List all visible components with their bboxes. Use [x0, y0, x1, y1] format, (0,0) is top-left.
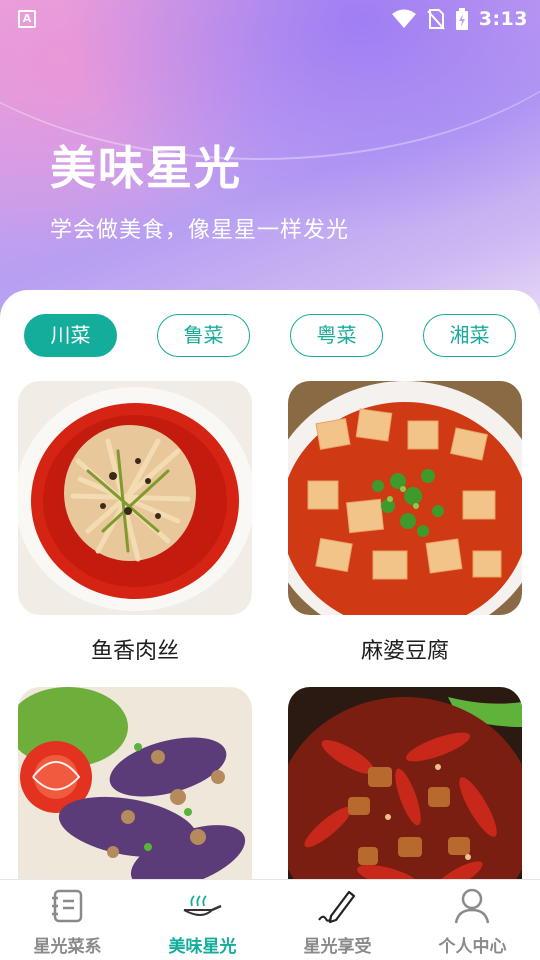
nav-item-profile[interactable]: 个人中心 — [405, 880, 540, 960]
content-panel: 川菜 鲁菜 粤菜 湘菜 鱼香肉丝 麻婆豆腐 — [0, 290, 540, 921]
nav-label: 美味星光 — [168, 937, 237, 957]
cuisine-tabs: 川菜 鲁菜 粤菜 湘菜 — [24, 314, 516, 358]
nav-label: 个人中心 — [438, 937, 507, 957]
battery-charging-icon — [455, 8, 468, 30]
nav-item-cuisines[interactable]: 星光菜系 — [0, 880, 135, 960]
tab-sichuan[interactable]: 川菜 — [24, 314, 117, 357]
status-bar: A 3:13 — [0, 0, 540, 38]
dish-name: 鱼香肉丝 — [90, 639, 179, 664]
wifi-icon — [391, 9, 416, 28]
app-notification-icon: A — [18, 10, 36, 28]
bottom-nav: 星光菜系 美味星光 星光享受 个人中心 — [0, 879, 540, 960]
no-sim-icon — [426, 9, 445, 30]
person-icon — [454, 888, 490, 924]
cookbook-icon — [52, 889, 83, 923]
dish-card[interactable]: 麻婆豆腐 — [288, 381, 522, 665]
tab-hunan[interactable]: 湘菜 — [423, 314, 516, 357]
hero-subtitle: 学会做美食，像星星一样发光 — [50, 218, 350, 243]
pen-icon — [318, 890, 356, 924]
dish-card[interactable]: 鱼香肉丝 — [18, 381, 252, 665]
dish-photo — [288, 381, 522, 615]
dish-name: 麻婆豆腐 — [360, 639, 449, 664]
tab-shandong[interactable]: 鲁菜 — [157, 314, 250, 357]
frying-pan-icon — [183, 895, 222, 916]
nav-label: 星光享受 — [303, 937, 372, 957]
tab-cantonese[interactable]: 粤菜 — [290, 314, 383, 357]
status-time: 3:13 — [478, 8, 528, 30]
nav-item-delicious[interactable]: 美味星光 — [135, 880, 270, 960]
nav-item-enjoy[interactable]: 星光享受 — [270, 880, 405, 960]
hero-title: 美味星光 — [50, 141, 242, 195]
dish-photo — [18, 381, 252, 615]
nav-label: 星光菜系 — [33, 937, 102, 957]
